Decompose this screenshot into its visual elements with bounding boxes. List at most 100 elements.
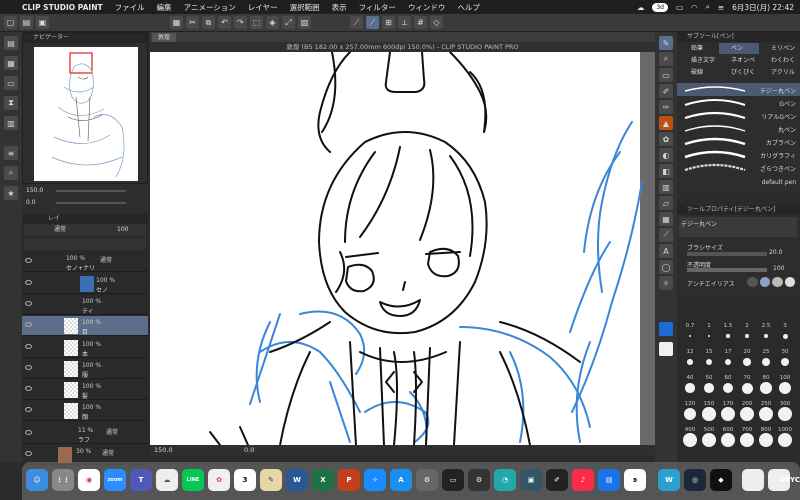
brush-size-dot[interactable]	[782, 333, 788, 339]
brush-item[interactable]: カリグラフィ	[677, 148, 800, 161]
settings-icon[interactable]: ⚙	[416, 469, 438, 491]
snap-special-icon[interactable]: ⟋	[366, 16, 379, 29]
redo-icon[interactable]: ↷	[234, 16, 247, 29]
fill-icon[interactable]: ◈	[266, 16, 279, 29]
navigator-preview[interactable]	[34, 47, 138, 181]
canvas-zoom-value[interactable]: 150.0	[154, 445, 173, 455]
search-icon[interactable]: ⌕	[4, 166, 18, 180]
screen-app-icon[interactable]: ▭	[442, 469, 464, 491]
menu-clock[interactable]: 6月3日(月) 22:42	[732, 2, 794, 13]
text-tool-icon[interactable]: A	[659, 244, 673, 258]
cut-icon[interactable]: ✂	[186, 16, 199, 29]
brush-item-selected[interactable]: デジー丸ペン	[677, 83, 800, 96]
blend-icon[interactable]: ◐	[659, 148, 673, 162]
menu-layer[interactable]: レイヤー	[248, 2, 278, 13]
folder-icon[interactable]: ▭	[4, 76, 18, 90]
menu-file[interactable]: ファイル	[115, 2, 145, 13]
snap-grid-icon[interactable]: ⊞	[382, 16, 395, 29]
visibility-eye-icon[interactable]	[25, 430, 32, 435]
nav-zoom-value[interactable]: 150.0	[26, 187, 43, 194]
history-icon[interactable]: ⧗	[4, 96, 18, 110]
layer-row[interactable]: 11 % 通常 ラフ	[22, 424, 148, 444]
menu-window[interactable]: ウィンドウ	[408, 2, 446, 13]
brush-item[interactable]: ざらつきペン	[677, 161, 800, 174]
brush-size-dot[interactable]	[763, 333, 769, 339]
brush-size-dot[interactable]	[724, 358, 732, 366]
brush-item[interactable]: 丸ペン	[677, 122, 800, 135]
drawing-canvas[interactable]	[150, 52, 655, 445]
dark-app-icon[interactable]: ◆	[710, 469, 732, 491]
brush-size-dot[interactable]	[759, 433, 773, 447]
layer-row-selected[interactable]: 100 % 目	[22, 316, 148, 336]
brush-size-dot[interactable]	[683, 407, 697, 421]
line-icon[interactable]: LINE	[182, 469, 204, 491]
visibility-eye-icon[interactable]	[25, 258, 32, 263]
visibility-eye-icon[interactable]	[25, 451, 32, 456]
menu-edit[interactable]: 編集	[157, 2, 172, 13]
brush-size-dot[interactable]	[780, 357, 790, 367]
brush-size-dot[interactable]	[704, 383, 714, 393]
brush-size-dot[interactable]	[778, 407, 792, 421]
visibility-eye-icon[interactable]	[25, 280, 32, 285]
brush-size-dot[interactable]	[762, 358, 770, 366]
menu-view[interactable]: 表示	[332, 2, 347, 13]
steam-icon[interactable]: ◎	[684, 469, 706, 491]
undo-icon[interactable]: ↶	[218, 16, 231, 29]
layer-opacity-value[interactable]: 100	[117, 224, 128, 236]
canvas-angle-value[interactable]: 0.0	[244, 445, 254, 455]
brush-size-dot[interactable]	[745, 334, 749, 338]
menu-filter[interactable]: フィルター	[359, 2, 396, 13]
visibility-eye-icon[interactable]	[25, 407, 32, 412]
document-icon[interactable]	[742, 469, 764, 491]
excel-icon[interactable]: X	[312, 469, 334, 491]
default-pen-label[interactable]: default pen	[762, 179, 796, 186]
cloud-app-icon[interactable]: ☁	[156, 469, 178, 491]
brush-item[interactable]: カブラペン	[677, 135, 800, 148]
brush-size-dot[interactable]	[705, 358, 713, 366]
deselect-icon[interactable]: ⬚	[250, 16, 263, 29]
brush-size-dot[interactable]	[722, 382, 734, 394]
subtool-group-pencil[interactable]: 鉛筆	[679, 43, 719, 54]
ruler-icon[interactable]: ⟂	[398, 16, 411, 29]
timeline-icon[interactable]: ≡	[4, 146, 18, 160]
powerpoint-icon[interactable]: P	[338, 469, 360, 491]
brush-size-slider[interactable]	[687, 252, 767, 256]
brush-size-dot[interactable]	[683, 433, 697, 447]
nav-zoom-slider[interactable]	[56, 190, 126, 192]
brush-size-dot[interactable]	[778, 433, 792, 447]
layer-row[interactable]: 100 % 服	[22, 359, 148, 379]
chrome-icon[interactable]: ◉	[78, 469, 100, 491]
brush-size-dot[interactable]	[741, 382, 753, 394]
keynote-icon[interactable]: ▤	[598, 469, 620, 491]
brush-size-dot[interactable]	[707, 334, 711, 338]
brush-size-dot[interactable]	[702, 433, 716, 447]
document-tab[interactable]: 敦煌	[152, 33, 177, 42]
snap-ruler-icon[interactable]: ⟋	[350, 16, 363, 29]
wifi-icon[interactable]: ◠	[691, 3, 698, 12]
brush-size-dot[interactable]	[726, 334, 730, 338]
select-all-icon[interactable]: ▨	[298, 16, 311, 29]
brush-size-value[interactable]: 20.0	[769, 249, 782, 256]
safari-icon[interactable]: ✧	[364, 469, 386, 491]
brush-size-dot[interactable]	[760, 382, 772, 394]
clear-icon[interactable]: ▦	[170, 16, 183, 29]
photos-icon[interactable]: ✿	[208, 469, 230, 491]
visibility-eye-icon[interactable]	[25, 322, 32, 327]
brush-size-dot[interactable]	[687, 359, 693, 365]
preview-icon[interactable]: ▣	[520, 469, 542, 491]
nav-angle-value[interactable]: 0.0	[26, 199, 36, 206]
pencil-app-icon[interactable]: ✎	[260, 469, 282, 491]
visibility-eye-icon[interactable]	[25, 301, 32, 306]
word-icon[interactable]: W	[286, 469, 308, 491]
gradient-icon[interactable]: ▥	[659, 180, 673, 194]
subtool-group-dashed[interactable]: 破線	[679, 67, 719, 78]
brush-size-dot[interactable]	[778, 381, 792, 395]
visibility-eye-icon[interactable]	[25, 344, 32, 349]
grid-icon[interactable]: #	[414, 16, 427, 29]
layer-row[interactable]: 100 % 通常 セノ+ナリ	[22, 252, 148, 272]
zoom-icon[interactable]: zoom	[104, 469, 126, 491]
brush-size-dot[interactable]	[689, 335, 691, 337]
correction-icon[interactable]: ✧	[659, 276, 673, 290]
launchpad-icon[interactable]: ⋮⋮	[52, 469, 74, 491]
open-icon[interactable]: ▤	[20, 16, 33, 29]
